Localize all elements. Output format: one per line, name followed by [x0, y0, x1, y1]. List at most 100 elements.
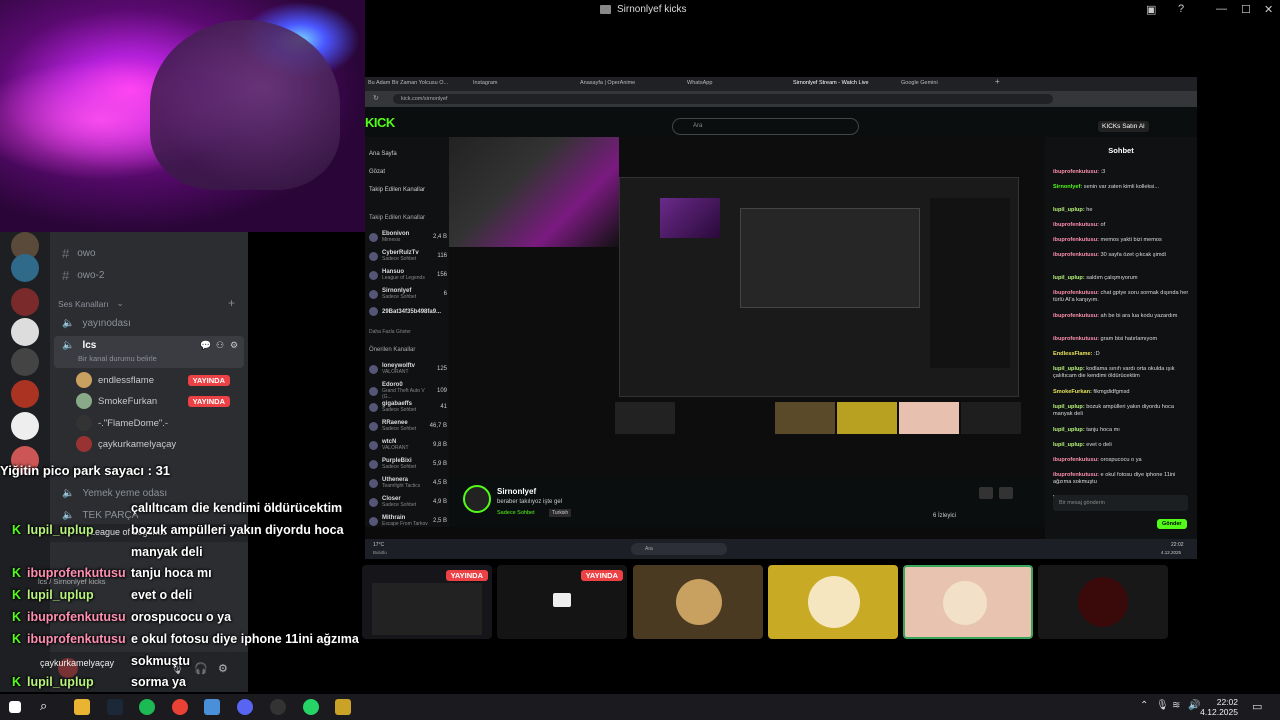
windows-start-icon[interactable] — [9, 701, 21, 713]
browser-tab[interactable]: Google Gemini — [901, 80, 938, 86]
nav-browse[interactable]: Gözat — [369, 169, 385, 175]
chat-username[interactable]: lupil_uplup: — [1053, 442, 1085, 448]
chat-username[interactable]: ibuprofenkutusu: — [1053, 222, 1099, 228]
server-icon[interactable] — [11, 412, 39, 440]
show-more-link[interactable]: Daha Fazla Göster — [369, 329, 411, 335]
channel-row[interactable]: Uthenera Teamfight Tactics 4,5 B — [369, 477, 447, 489]
steam-icon[interactable] — [107, 699, 123, 715]
chat-username[interactable]: lupil_uplup: — [1053, 404, 1085, 410]
notification-icon[interactable]: ▭ — [1252, 700, 1262, 713]
channel-row[interactable]: Hansuo League of Legends 156 — [369, 269, 447, 281]
chat-username[interactable]: SmokeFurkan: — [1053, 389, 1092, 395]
buy-kicks-button[interactable]: KICKs Satın Al — [1098, 121, 1149, 132]
browser-tab-active[interactable]: Sirnonlyef Stream - Watch Live — [793, 80, 869, 86]
minimize-button[interactable]: — — [1216, 3, 1227, 15]
chat-username[interactable]: lupil_uplup: — [1053, 275, 1085, 281]
streamer-name[interactable]: Sirnonlyef — [497, 487, 536, 496]
kick-logo[interactable]: KICK — [365, 115, 395, 130]
search-input[interactable]: Ara — [672, 118, 859, 135]
chat-username[interactable]: lupil_uplup: — [1053, 366, 1085, 372]
bell-icon[interactable] — [979, 487, 993, 499]
user-tile[interactable] — [633, 565, 763, 639]
volume-icon[interactable]: 🔊 — [1188, 700, 1200, 711]
chat-icon[interactable]: 💬 — [200, 340, 211, 351]
voice-user[interactable]: SmokeFurkan YAYINDA — [76, 393, 236, 409]
url-field[interactable]: kick.com/sirnonlyef — [393, 94, 1053, 104]
voice-channel-yayinodasi[interactable]: 🔈 yayınodası — [62, 318, 131, 329]
browser-tab[interactable]: WhatsApp — [687, 80, 712, 86]
channel-row[interactable]: PurpleBixi Sadece Sohbet 5,9 B — [369, 458, 447, 470]
microphone-icon[interactable]: 🎙 — [1156, 700, 1169, 711]
chat-username[interactable]: ibuprofenkutusu: — [1053, 252, 1099, 258]
discord-icon[interactable] — [237, 699, 253, 715]
browser-tab[interactable]: Instagram — [473, 80, 497, 86]
server-icon[interactable] — [11, 254, 39, 282]
voice-user[interactable]: -."FlameDome".- — [76, 415, 236, 431]
nav-following[interactable]: Takip Edilen Kanallar — [369, 187, 425, 193]
user-tile[interactable] — [768, 565, 898, 639]
channel-row[interactable]: Edoro0 Grand Theft Auto V (G... 109 — [369, 382, 447, 400]
stream-video[interactable] — [449, 137, 1045, 477]
new-tab-icon[interactable]: + — [995, 77, 1000, 86]
nav-home[interactable]: Ana Sayfa — [369, 151, 397, 157]
channel-owo[interactable]: # owo — [62, 246, 96, 261]
taskbar-clock[interactable]: 22:02 4.12.2025 — [1200, 697, 1238, 717]
channel-row[interactable]: 29Bat34f35b498fa9... — [369, 307, 447, 316]
league-icon[interactable] — [335, 699, 351, 715]
chat-username[interactable]: ibuprofenkutusu: — [1053, 290, 1099, 296]
browser-tab[interactable]: Anasayfa | OperAnime — [580, 80, 635, 86]
stream-tile[interactable]: YAYINDA — [362, 565, 492, 639]
channel-row[interactable]: RRaenee Sadece Sohbet 46,7 B — [369, 420, 447, 432]
heart-icon[interactable] — [999, 487, 1013, 499]
headphones-icon[interactable]: 🎧 — [194, 662, 208, 675]
chat-username[interactable]: ibuprofenkutusu: — [1053, 336, 1099, 342]
server-icon[interactable] — [11, 348, 39, 376]
avatar[interactable] — [463, 485, 491, 513]
add-channel-icon[interactable]: + — [228, 296, 235, 310]
channel-status[interactable]: Bir kanal durumu belirle — [78, 354, 157, 363]
whatsapp-icon[interactable] — [303, 699, 319, 715]
chat-input[interactable]: Bir mesaj gönderin — [1053, 495, 1188, 511]
chat-username[interactable]: ibuprofenkutusu: — [1053, 472, 1099, 478]
obs-icon[interactable] — [270, 699, 286, 715]
chat-username[interactable]: ibuprofenkutusu: — [1053, 457, 1099, 463]
send-button[interactable]: Gönder — [1157, 519, 1187, 529]
voice-channel-yemek[interactable]: 🔈 Yemek yeme odası — [62, 488, 167, 499]
search-icon[interactable]: ⌕ — [40, 698, 56, 714]
stream-category[interactable]: Sadece Sohbet — [497, 510, 535, 516]
user-tile-speaking[interactable] — [903, 565, 1033, 639]
screen-icon[interactable]: ▣ — [1146, 3, 1156, 16]
inner-search[interactable]: Ara — [631, 543, 727, 555]
chat-username[interactable]: EndlessFlame: — [1053, 351, 1092, 357]
channel-row[interactable]: Closer Sadece Sohbet 4,9 B — [369, 496, 447, 508]
server-icon[interactable] — [11, 318, 39, 346]
voice-user[interactable]: endlessflame YAYINDA — [76, 372, 236, 388]
voice-channel-tek-parca[interactable]: 🔈 TEK PARÇA — [62, 510, 138, 521]
channel-row[interactable]: gigabaeffs Sadece Sohbet 41 — [369, 401, 447, 413]
chat-username[interactable]: lupil_uplup: — [1053, 427, 1085, 433]
voice-category-header[interactable]: Ses Kanalları ⌄ — [58, 298, 124, 309]
chat-username[interactable]: ibuprofenkutusu: — [1053, 313, 1099, 319]
channel-row[interactable]: CyberRulzTv Sadece Sohbet 116 — [369, 250, 447, 262]
help-icon[interactable]: ? — [1178, 3, 1184, 15]
chrome-icon[interactable] — [172, 699, 188, 715]
reload-icon[interactable]: ↻ — [373, 94, 379, 102]
channel-row[interactable]: wtcN VALORANT 9,8 B — [369, 439, 447, 451]
chat-username[interactable]: lupil_uplup: — [1053, 207, 1085, 213]
voice-channel-lcs[interactable]: 🔈 lcs — [62, 340, 96, 351]
server-icon[interactable] — [11, 288, 39, 316]
chat-username[interactable]: ibuprofenkutusu: — [1053, 237, 1099, 243]
maximize-button[interactable]: ☐ — [1241, 3, 1251, 16]
channel-row[interactable]: Ebonivon Mimesis 2,4 B — [369, 231, 447, 243]
add-member-icon[interactable]: ⚇ — [216, 340, 224, 351]
channel-row[interactable]: Mithrain Escape From Tarkov 2,5 B — [369, 515, 447, 527]
browser-tab[interactable]: Bu Adam Bir Zaman Yolcusu O... — [368, 80, 448, 86]
channel-row[interactable]: loneywolftv VALORANT 125 — [369, 363, 447, 375]
close-button[interactable]: ✕ — [1264, 3, 1273, 16]
user-tile[interactable] — [1038, 565, 1168, 639]
voice-user[interactable]: çaykurkamelyaçay — [76, 436, 236, 452]
chevron-up-icon[interactable]: ⌃ — [1140, 700, 1148, 711]
stream-tile[interactable]: YAYINDA — [497, 565, 627, 639]
channel-row[interactable]: Sirnonlyef Sadece Sohbet 6 — [369, 288, 447, 300]
gear-icon[interactable]: ⚙ — [230, 340, 238, 351]
